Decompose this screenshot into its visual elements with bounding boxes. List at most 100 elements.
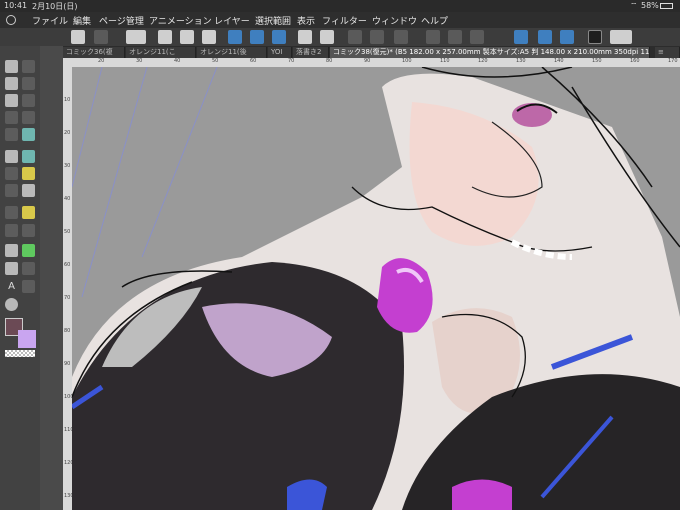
ruler-tick: 70: [288, 58, 295, 64]
menu-window[interactable]: ウィンドウ: [372, 14, 417, 27]
correct-line-tool-icon[interactable]: [5, 224, 18, 237]
transparent-color-swatch[interactable]: [5, 350, 35, 357]
status-bar: 10:41 2月10日(日) ⌔ 58%: [0, 0, 680, 12]
document-tabs: コミック36(複 オレンジ11(こ オレンジ11(後 YOI 落書き2 コミック…: [63, 46, 680, 58]
balloon-tool-icon[interactable]: [22, 224, 35, 237]
ruler-tick: 20: [98, 58, 105, 64]
open-file-icon[interactable]: [180, 30, 194, 44]
operation-tool-icon[interactable]: [22, 280, 35, 293]
undo-icon[interactable]: [298, 30, 312, 44]
ruler-tick: 120: [478, 58, 488, 64]
menu-icon: ≡: [658, 48, 664, 56]
tab-rakugaki2[interactable]: 落書き2: [293, 47, 329, 58]
menu-view[interactable]: 表示: [297, 14, 315, 27]
ruler-tick: 140: [554, 58, 564, 64]
airbrush-tool-icon[interactable]: [22, 128, 35, 141]
crop-icon[interactable]: [448, 30, 462, 44]
export-png-icon[interactable]: [250, 30, 264, 44]
ruler-tick: 10: [64, 97, 71, 103]
menu-page[interactable]: ページ管理: [99, 14, 144, 27]
ruler-tick: 40: [174, 58, 181, 64]
menu-filter[interactable]: フィルター: [322, 14, 367, 27]
ruler-left: 10 20 30 40 50 60 70 80 90 100 110 120 1…: [63, 67, 72, 510]
transform-icon[interactable]: [348, 30, 362, 44]
ruler-tick: 60: [64, 262, 71, 268]
menu-layer[interactable]: レイヤー: [214, 14, 250, 27]
perspective-ruler-icon[interactable]: [22, 262, 35, 275]
layer-color-icon[interactable]: [22, 244, 35, 257]
tab-orange11a[interactable]: オレンジ11(こ: [126, 47, 196, 58]
menu-file[interactable]: ファイル: [32, 14, 68, 27]
ruler-tick: 50: [212, 58, 219, 64]
menu-help[interactable]: ヘルプ: [421, 14, 448, 27]
new-file-icon[interactable]: [158, 30, 172, 44]
fill-tool-icon[interactable]: [22, 167, 35, 180]
menu-animation[interactable]: アニメーション: [149, 14, 212, 27]
sub-color-swatch[interactable]: [18, 330, 36, 348]
tab-label: YOI: [271, 48, 283, 56]
save-icon[interactable]: [202, 30, 216, 44]
menu-selection[interactable]: 選択範囲: [255, 14, 291, 27]
artwork: [72, 67, 680, 510]
tab-overflow-menu[interactable]: ≡: [655, 47, 680, 58]
palette-strip[interactable]: [40, 46, 63, 510]
gradient-tool-icon[interactable]: [5, 184, 18, 197]
cloud-sync-icon[interactable]: [126, 30, 146, 44]
battery-percent: 58%: [641, 1, 659, 10]
ruler-tick: 130: [516, 58, 526, 64]
ruler-tick: 120: [64, 460, 72, 466]
tab-comic36[interactable]: コミック36(複: [63, 47, 125, 58]
brush-tool-icon[interactable]: [5, 128, 18, 141]
gradient-swatch-icon[interactable]: [5, 244, 18, 257]
ruler-tick: 80: [326, 58, 333, 64]
redo-icon[interactable]: [320, 30, 334, 44]
panel-toggle-icon[interactable]: [71, 30, 85, 44]
magic-wand-icon[interactable]: [5, 94, 18, 107]
special-ruler-snap-icon[interactable]: [538, 30, 552, 44]
help-icon[interactable]: [610, 30, 632, 44]
ruler-snap-icon[interactable]: [514, 30, 528, 44]
deselect-icon[interactable]: [426, 30, 440, 44]
export-icon[interactable]: [228, 30, 242, 44]
tab-comic38[interactable]: コミック38(復元)* (B5 182.00 x 257.00mm 製本サイズ:…: [330, 47, 650, 58]
status-date: 2月10日(日): [32, 2, 78, 11]
tab-label: コミック36(複: [66, 48, 113, 56]
ruler-tool-icon[interactable]: [22, 206, 35, 219]
grid-snap-icon[interactable]: [560, 30, 574, 44]
drawing-canvas[interactable]: [72, 67, 680, 510]
ruler-tick: 150: [592, 58, 602, 64]
tool-panel: A: [0, 46, 40, 510]
tab-orange11b[interactable]: オレンジ11(後: [197, 47, 267, 58]
tab-yoi[interactable]: YOI: [268, 47, 292, 58]
tab-label: オレンジ11(こ: [129, 48, 176, 56]
pen-tool-icon[interactable]: [5, 111, 18, 124]
menu-edit[interactable]: 編集: [73, 14, 91, 27]
speech-balloon-icon[interactable]: [5, 298, 18, 311]
line-tool-icon[interactable]: [5, 262, 18, 275]
clear-icon[interactable]: [370, 30, 384, 44]
figure-tool-icon[interactable]: [22, 184, 35, 197]
decoration-tool-icon[interactable]: [22, 150, 35, 163]
ruler-tick: 20: [64, 130, 71, 136]
zoom-tool-icon[interactable]: [5, 60, 18, 73]
frame-tool-icon[interactable]: [5, 206, 18, 219]
fill-icon[interactable]: [394, 30, 408, 44]
ruler-tick: 130: [64, 493, 72, 499]
app-icon[interactable]: [6, 15, 16, 25]
text-tool-icon[interactable]: A: [5, 280, 18, 293]
auto-select-tool-icon[interactable]: [22, 77, 35, 90]
learn-icon[interactable]: [588, 30, 602, 44]
undo-history-icon[interactable]: [94, 30, 108, 44]
eyedropper-icon[interactable]: [22, 94, 35, 107]
invert-selection-icon[interactable]: [470, 30, 484, 44]
pencil-tool-icon[interactable]: [22, 111, 35, 124]
eraser-tool-icon[interactable]: [5, 167, 18, 180]
move-tool-icon[interactable]: [22, 60, 35, 73]
ruler-tick: 100: [64, 394, 72, 400]
blend-tool-icon[interactable]: [5, 150, 18, 163]
tab-label: オレンジ11(後: [200, 48, 247, 56]
battery-icon: [660, 3, 673, 9]
ruler-tick: 90: [64, 361, 71, 367]
export-jpg-icon[interactable]: [272, 30, 286, 44]
lasso-tool-icon[interactable]: [5, 77, 18, 90]
